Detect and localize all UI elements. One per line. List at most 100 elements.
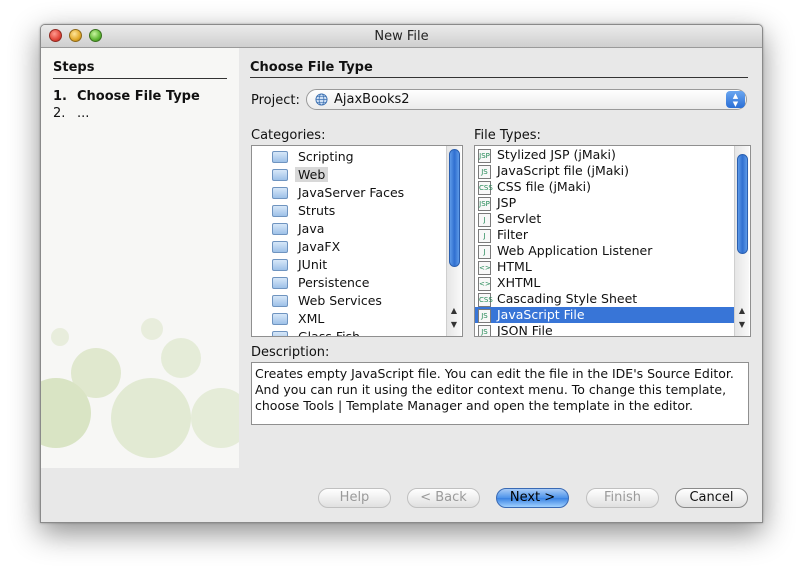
- java-file-icon: J: [478, 245, 491, 259]
- jsp-file-icon: JSP: [478, 197, 491, 211]
- file-type-item[interactable]: JS JavaScript file (jMaki): [475, 163, 734, 179]
- cancel-button[interactable]: Cancel: [675, 488, 748, 508]
- file-type-item[interactable]: CSS Cascading Style Sheet: [475, 291, 734, 307]
- file-types-list[interactable]: JSP Stylized JSP (jMaki) JS JavaScript file…: [474, 145, 751, 337]
- js-file-icon: JS: [478, 309, 491, 323]
- file-type-item[interactable]: <> HTML: [475, 259, 734, 275]
- file-type-label: JSON File: [497, 323, 553, 337]
- globe-icon: [315, 93, 328, 106]
- file-type-item[interactable]: JS JavaScript File: [475, 307, 734, 323]
- category-label: Persistence: [298, 275, 370, 290]
- file-type-item[interactable]: JS JSON File: [475, 323, 734, 337]
- file-type-item[interactable]: J Web Application Listener: [475, 243, 734, 259]
- file-type-label: Web Application Listener: [497, 243, 653, 258]
- file-type-item[interactable]: <> XHTML: [475, 275, 734, 291]
- file-type-item[interactable]: CSS CSS file (jMaki): [475, 179, 734, 195]
- file-type-item[interactable]: JSP JSP: [475, 195, 734, 211]
- category-item[interactable]: Struts: [252, 202, 446, 220]
- category-item[interactable]: XML: [252, 310, 446, 328]
- project-value: AjaxBooks2: [334, 92, 410, 107]
- html-file-icon: <>: [478, 261, 491, 275]
- categories-list[interactable]: Scripting Web JavaServer Faces Struts Java Ja…: [251, 145, 463, 337]
- decorative-bubble: [141, 318, 163, 340]
- title-bar[interactable]: New File: [41, 25, 762, 48]
- js-file-icon: JS: [478, 325, 491, 336]
- decorative-bubble: [111, 378, 191, 458]
- file-type-label: JavaScript file (jMaki): [497, 163, 630, 178]
- css-file-icon: CSS: [478, 293, 493, 307]
- file-type-label: XHTML: [497, 275, 541, 290]
- file-type-item[interactable]: J Servlet: [475, 211, 734, 227]
- category-item[interactable]: Scripting: [252, 148, 446, 166]
- page-title: Choose File Type: [250, 60, 373, 75]
- next-button[interactable]: Next >: [496, 488, 569, 508]
- steps-divider: [53, 78, 227, 79]
- category-label: Glass Fish: [298, 329, 361, 337]
- category-label: JavaServer Faces: [298, 185, 405, 200]
- category-label: JUnit: [298, 257, 328, 272]
- html-file-icon: <>: [478, 277, 491, 291]
- category-label: JavaFX: [298, 239, 341, 254]
- folder-icon: [272, 295, 288, 307]
- decorative-bubble: [191, 388, 239, 448]
- category-item[interactable]: Web Services: [252, 292, 446, 310]
- file-types-scrollbar[interactable]: ▲ ▼: [734, 146, 749, 336]
- folder-icon: [272, 241, 288, 253]
- category-item[interactable]: Glass Fish: [252, 328, 446, 337]
- file-type-item[interactable]: JSP Stylized JSP (jMaki): [475, 147, 734, 163]
- category-label: XML: [298, 311, 325, 326]
- category-item[interactable]: Persistence: [252, 274, 446, 292]
- steps-heading: Steps: [53, 60, 95, 75]
- category-label: Web: [295, 167, 329, 182]
- file-type-label: Servlet: [497, 211, 542, 226]
- category-item[interactable]: JavaServer Faces: [252, 184, 446, 202]
- folder-icon: [272, 205, 288, 217]
- finish-button[interactable]: Finish: [586, 488, 659, 508]
- scroll-up-arrow-icon[interactable]: ▲: [447, 304, 461, 318]
- description-label: Description:: [251, 345, 330, 360]
- step-label: Choose File Type: [77, 89, 200, 104]
- window-title: New File: [374, 29, 429, 44]
- folder-icon: [272, 169, 288, 181]
- file-type-label: Cascading Style Sheet: [497, 291, 638, 306]
- updown-arrows-icon[interactable]: ▲ ▼: [726, 91, 745, 108]
- file-type-label: CSS file (jMaki): [497, 179, 591, 194]
- step-label: ...: [77, 106, 90, 121]
- back-button[interactable]: < Back: [407, 488, 480, 508]
- file-types-label: File Types:: [474, 128, 541, 143]
- file-type-label: JavaScript File: [497, 307, 585, 322]
- file-type-item[interactable]: J Filter: [475, 227, 734, 243]
- folder-icon: [272, 151, 288, 163]
- category-item[interactable]: Java: [252, 220, 446, 238]
- java-file-icon: J: [478, 229, 491, 243]
- scrollbar-thumb[interactable]: [449, 149, 460, 267]
- step-item: 2....: [53, 106, 90, 121]
- scroll-down-arrow-icon[interactable]: ▼: [735, 318, 749, 332]
- new-file-dialog: New File Steps 1. Choose File Type 2.... …: [40, 24, 763, 523]
- file-type-label: Stylized JSP (jMaki): [497, 147, 616, 162]
- project-select[interactable]: AjaxBooks2 ▲ ▼: [306, 89, 747, 110]
- help-button[interactable]: Help: [318, 488, 391, 508]
- category-label: Scripting: [298, 149, 354, 164]
- decorative-bubble: [51, 328, 69, 346]
- category-item[interactable]: JUnit: [252, 256, 446, 274]
- decorative-bubble: [161, 338, 201, 378]
- folder-icon: [272, 277, 288, 289]
- java-file-icon: J: [478, 213, 491, 227]
- categories-label: Categories:: [251, 128, 326, 143]
- scroll-up-arrow-icon[interactable]: ▲: [735, 304, 749, 318]
- step-item: 1. Choose File Type: [53, 89, 200, 104]
- scroll-down-arrow-icon[interactable]: ▼: [447, 318, 461, 332]
- jsp-file-icon: JSP: [478, 149, 491, 163]
- js-file-icon: JS: [478, 165, 491, 179]
- description-text: Creates empty JavaScript file. You can e…: [251, 362, 749, 425]
- file-type-label: Filter: [497, 227, 528, 242]
- folder-icon: [272, 313, 288, 325]
- folder-icon: [272, 223, 288, 235]
- folder-icon: [272, 259, 288, 271]
- categories-scrollbar[interactable]: ▲ ▼: [446, 146, 461, 336]
- category-item[interactable]: Web: [252, 166, 446, 184]
- category-item[interactable]: JavaFX: [252, 238, 446, 256]
- folder-icon: [272, 331, 288, 336]
- scrollbar-thumb[interactable]: [737, 154, 748, 254]
